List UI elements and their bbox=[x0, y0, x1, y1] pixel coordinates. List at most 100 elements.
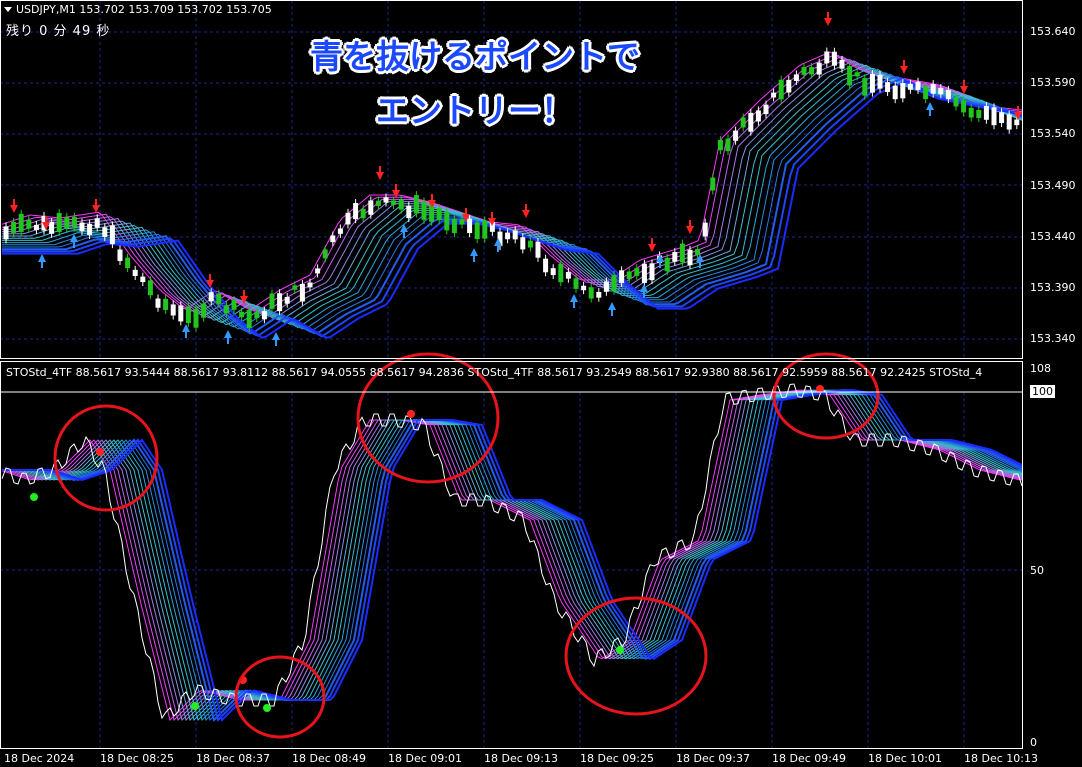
candle-body bbox=[558, 263, 564, 283]
candle-body bbox=[535, 241, 541, 258]
candle-body bbox=[155, 298, 161, 308]
candle-body bbox=[398, 199, 404, 210]
red-dot bbox=[407, 410, 415, 418]
candle-body bbox=[18, 213, 24, 232]
candle-body bbox=[246, 310, 252, 328]
price-label: 153.640 bbox=[1030, 25, 1076, 38]
oscillator-white-line bbox=[1, 383, 1023, 720]
oscillator-axis-label: 108 bbox=[1030, 362, 1051, 375]
candle-body bbox=[527, 240, 533, 248]
time-label: 18 Dec 09:13 bbox=[484, 752, 558, 765]
candle-body bbox=[11, 221, 17, 233]
candle-body bbox=[771, 92, 777, 98]
symbol-info: USDJPY,M1 153.702 153.709 153.702 153.70… bbox=[16, 3, 272, 16]
candle-body bbox=[809, 67, 815, 75]
candle-body bbox=[862, 78, 868, 96]
candle-body bbox=[79, 222, 85, 232]
price-label: 153.540 bbox=[1030, 127, 1076, 140]
candle-body bbox=[208, 292, 214, 302]
candle-body bbox=[33, 224, 39, 231]
candle-body bbox=[953, 97, 959, 107]
candle-body bbox=[49, 221, 55, 234]
oscillator-axis-label: 50 bbox=[1030, 564, 1044, 577]
sell-arrow-icon bbox=[648, 238, 656, 252]
candle-body bbox=[451, 218, 457, 234]
oscillator-axis-label: 100 bbox=[1030, 385, 1055, 398]
green-dot bbox=[616, 646, 624, 654]
candle-body bbox=[299, 284, 305, 302]
candle-body bbox=[3, 226, 9, 240]
banner-line-1: 青を抜けるポイントで bbox=[310, 37, 640, 76]
candle-body bbox=[740, 117, 746, 128]
price-label: 153.440 bbox=[1030, 230, 1076, 243]
candle-body bbox=[322, 249, 328, 259]
buy-arrow-icon bbox=[38, 254, 46, 268]
candle-body bbox=[109, 225, 115, 245]
candle-body bbox=[976, 109, 982, 118]
indicator-label: STOStd_4TF 88.5617 93.5444 88.5617 93.81… bbox=[6, 366, 983, 379]
candle-body bbox=[930, 84, 936, 94]
candle-body bbox=[391, 200, 397, 205]
candle-body bbox=[231, 300, 237, 310]
sell-arrow-icon bbox=[376, 166, 384, 180]
candle-body bbox=[147, 280, 153, 296]
candle-body bbox=[223, 305, 229, 314]
buy-arrow-icon bbox=[272, 332, 280, 346]
candle-body bbox=[710, 177, 716, 191]
candle-body bbox=[885, 82, 891, 93]
candle-body bbox=[664, 257, 670, 272]
candle-body bbox=[733, 130, 739, 141]
stochastic-ribbon bbox=[1, 383, 1023, 722]
candle-body bbox=[216, 293, 222, 304]
candle-body bbox=[459, 219, 465, 225]
candle-body bbox=[512, 230, 518, 240]
candle-body bbox=[968, 107, 974, 118]
sell-arrow-icon bbox=[686, 220, 694, 234]
time-label: 18 Dec 10:01 bbox=[868, 752, 942, 765]
candle-body bbox=[337, 228, 343, 234]
candle-body bbox=[581, 285, 587, 291]
sell-arrow-icon bbox=[900, 60, 908, 74]
candle-body bbox=[292, 285, 298, 290]
candle-body bbox=[603, 281, 609, 292]
candle-body bbox=[102, 227, 108, 237]
buy-arrow-icon bbox=[608, 302, 616, 316]
time-label: 18 Dec 2024 bbox=[4, 752, 75, 765]
sell-arrow-icon bbox=[824, 12, 832, 26]
bar-timer: 残り 0 分 49 秒 bbox=[6, 24, 111, 39]
candle-body bbox=[907, 83, 913, 90]
candle-body bbox=[1014, 119, 1020, 126]
candle-body bbox=[1006, 114, 1012, 130]
candle-body bbox=[467, 218, 473, 234]
candle-body bbox=[778, 79, 784, 100]
candle-body bbox=[71, 216, 77, 228]
sell-arrow-icon bbox=[10, 199, 18, 213]
candle-body bbox=[626, 271, 632, 280]
price-label: 153.490 bbox=[1030, 179, 1076, 192]
candle-body bbox=[353, 203, 359, 220]
candle-body bbox=[877, 74, 883, 89]
time-label: 18 Dec 08:37 bbox=[196, 752, 270, 765]
candle-body bbox=[793, 74, 799, 81]
candle-body bbox=[132, 269, 138, 276]
chevron-down-icon[interactable] bbox=[4, 7, 12, 12]
candle-body bbox=[360, 208, 366, 219]
candle-body bbox=[596, 291, 602, 298]
candle-body bbox=[315, 268, 321, 274]
candle-body bbox=[406, 205, 412, 219]
candle-body bbox=[383, 197, 389, 203]
candle-body bbox=[588, 287, 594, 299]
buy-arrow-icon bbox=[470, 248, 478, 262]
oscillator-axis-label: 0 bbox=[1030, 736, 1037, 749]
candle-body bbox=[763, 104, 769, 115]
candle-body bbox=[991, 107, 997, 126]
highlight-circle bbox=[564, 596, 708, 716]
candle-body bbox=[847, 66, 853, 86]
sell-arrow-icon bbox=[92, 199, 100, 213]
candle-body bbox=[421, 201, 427, 220]
candle-body bbox=[755, 110, 761, 122]
candle-body bbox=[520, 237, 526, 250]
candle-body bbox=[170, 304, 176, 316]
candle-body bbox=[201, 303, 207, 318]
time-label: 18 Dec 08:49 bbox=[292, 752, 366, 765]
